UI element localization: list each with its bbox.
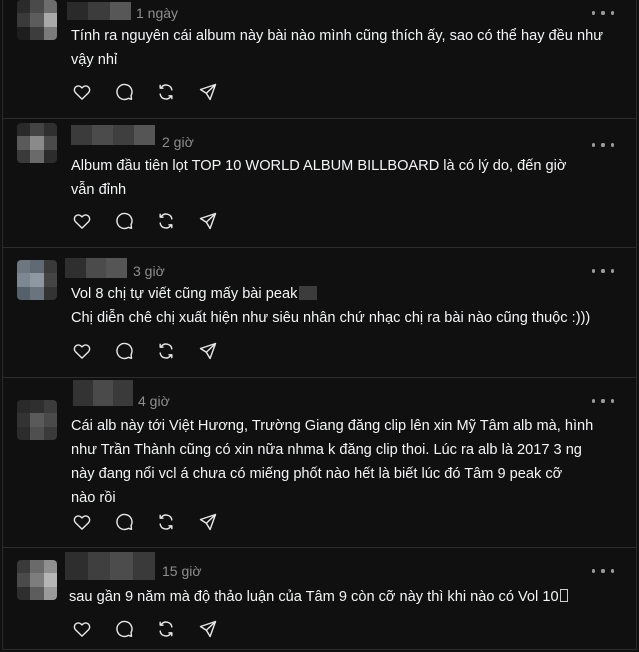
avatar[interactable] [17,400,57,440]
comment-icon[interactable] [113,81,135,103]
avatar[interactable] [17,123,57,163]
send-icon[interactable] [197,210,219,232]
post-time: 2 giờ [162,134,194,150]
post-time: 1 ngày [136,5,179,21]
post-time: 15 giờ [162,563,202,579]
more-icon[interactable] [592,265,614,277]
unsupported-glyph [559,589,568,602]
username-blurred[interactable] [73,380,133,406]
action-bar [71,81,239,103]
username-blurred[interactable] [71,125,155,145]
more-icon[interactable] [592,7,614,19]
send-icon[interactable] [197,511,219,533]
more-icon[interactable] [592,395,614,407]
comment-icon[interactable] [113,618,135,640]
more-icon[interactable] [592,565,614,577]
action-bar [71,210,239,232]
username-blurred[interactable] [65,552,155,580]
action-bar [71,618,239,640]
post-time: 3 giờ [133,263,165,279]
post-time: 4 giờ [138,393,170,409]
username-blurred[interactable] [67,2,131,20]
send-icon[interactable] [197,81,219,103]
avatar[interactable] [17,560,57,600]
comment-icon[interactable] [113,340,135,362]
repost-icon[interactable] [155,81,177,103]
repost-icon[interactable] [155,618,177,640]
send-icon[interactable] [197,618,219,640]
avatar[interactable] [17,260,57,300]
comment-icon[interactable] [113,511,135,533]
heart-icon[interactable] [71,618,93,640]
send-icon[interactable] [197,340,219,362]
more-icon[interactable] [592,139,614,151]
comment-post: 3 giờ Vol 8 chị tự viết cũng mấy bài pea… [3,248,636,378]
username-blurred[interactable] [65,258,128,278]
comment-post: 15 giờ sau gần 9 năm mà độ thảo luận của… [3,548,636,650]
comment-post: 1 ngày Tính ra nguyên cái album này bài … [3,0,636,119]
comment-icon[interactable] [113,210,135,232]
action-bar [71,511,239,533]
comment-text: Vol 8 chị tự viết cũng mấy bài peak Chị … [71,286,591,326]
comment-text: sau gần 9 năm mà độ thảo luận của Tâm 9 … [69,585,610,609]
comments-feed: 1 ngày Tính ra nguyên cái album này bài … [2,0,637,650]
heart-icon[interactable] [71,340,93,362]
comment-post: 2 giờ Album đầu tiên lọt TOP 10 WORLD AL… [3,119,636,248]
repost-icon[interactable] [155,210,177,232]
avatar[interactable] [17,0,57,40]
heart-icon[interactable] [71,511,93,533]
heart-icon[interactable] [71,210,93,232]
comment-text: Cái alb này tới Việt Hương, Trường Giang… [71,418,594,506]
comment-post: 4 giờ Cái alb này tới Việt Hương, Trường… [3,378,636,548]
comment-text: Album đầu tiên lọt TOP 10 WORLD ALBUM BI… [71,158,567,198]
repost-icon[interactable] [155,511,177,533]
heart-icon[interactable] [71,81,93,103]
action-bar [71,340,239,362]
comment-text: Tính ra nguyên cái album này bài nào mìn… [71,28,603,68]
emoji-blurred [299,286,318,300]
repost-icon[interactable] [155,340,177,362]
